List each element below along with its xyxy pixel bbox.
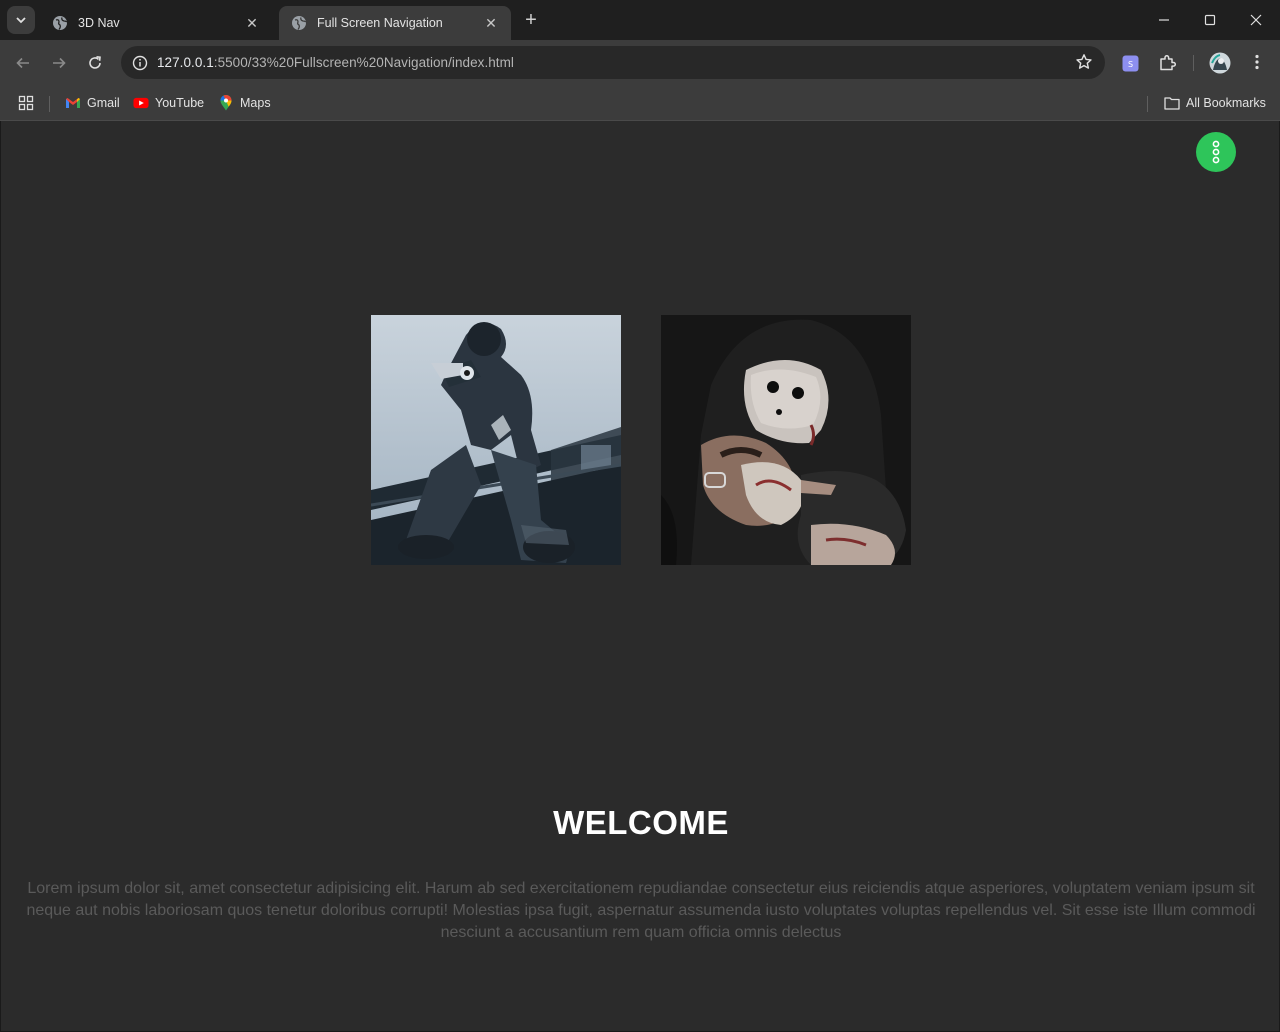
youtube-icon xyxy=(133,95,149,111)
browser-menu-button[interactable] xyxy=(1248,53,1266,76)
maximize-button[interactable] xyxy=(1187,0,1233,40)
info-icon xyxy=(132,55,148,70)
back-arrow-icon xyxy=(16,57,29,69)
reload-button[interactable] xyxy=(81,49,109,77)
intro-paragraph: Lorem ipsum dolor sit, amet consectetur … xyxy=(26,880,1256,941)
bookmark-divider xyxy=(49,96,50,112)
masked-figure-with-hostage-image xyxy=(661,315,911,565)
bookmark-star-button[interactable] xyxy=(1075,53,1093,76)
svg-text:S: S xyxy=(1128,60,1133,69)
back-button[interactable] xyxy=(9,49,37,77)
apps-button[interactable] xyxy=(18,92,34,114)
bookmark-divider xyxy=(1147,96,1148,112)
forward-arrow-icon xyxy=(53,57,66,69)
bookmark-label: Gmail xyxy=(87,96,120,110)
tab-3d-nav[interactable]: 3D Nav ✕ xyxy=(40,6,272,40)
bookmarks-bar: Gmail YouTube Maps All Bookmarks xyxy=(0,86,1280,121)
bookmark-label: Maps xyxy=(240,96,271,110)
close-window-button[interactable] xyxy=(1233,0,1279,40)
avatar xyxy=(1209,52,1231,74)
globe-icon xyxy=(53,16,68,30)
new-tab-button[interactable]: + xyxy=(520,9,542,31)
apps-grid-icon xyxy=(18,95,34,111)
address-bar[interactable]: 127.0.0.1:5500/33%20Fullscreen%20Navigat… xyxy=(121,46,1105,79)
minimize-icon xyxy=(1159,19,1169,21)
maps-icon xyxy=(218,95,234,111)
extension-s-icon: S xyxy=(1122,55,1139,72)
bookmark-gmail[interactable]: Gmail xyxy=(65,92,120,114)
maximize-icon xyxy=(1204,14,1216,26)
close-icon[interactable]: ✕ xyxy=(244,15,260,31)
url-text: 127.0.0.1:5500/33%20Fullscreen%20Navigat… xyxy=(157,55,514,70)
masked-figure-with-gun-image xyxy=(371,315,621,565)
browser-toolbar: 127.0.0.1:5500/33%20Fullscreen%20Navigat… xyxy=(0,40,1280,86)
chevron-down-icon xyxy=(16,17,26,24)
forward-button[interactable] xyxy=(45,49,73,77)
bookmark-label: YouTube xyxy=(155,96,205,110)
all-bookmarks-label: All Bookmarks xyxy=(1186,96,1266,110)
extension-s-button[interactable]: S xyxy=(1122,55,1139,77)
tab-search-button[interactable] xyxy=(7,6,35,34)
profile-avatar-button[interactable] xyxy=(1209,52,1231,79)
all-bookmarks-button[interactable]: All Bookmarks xyxy=(1164,92,1266,114)
vertical-dots-icon xyxy=(1212,140,1220,164)
bookmark-youtube[interactable]: YouTube xyxy=(133,92,204,114)
image-gallery xyxy=(371,315,911,565)
globe-icon xyxy=(292,16,307,30)
puzzle-piece-icon xyxy=(1160,54,1177,71)
site-info-button[interactable] xyxy=(123,46,157,79)
gmail-icon xyxy=(65,95,81,111)
url-host: 127.0.0.1 xyxy=(157,55,214,70)
tab-full-screen-navigation[interactable]: Full Screen Navigation ✕ xyxy=(279,6,511,40)
menu-toggle-button[interactable] xyxy=(1196,132,1236,172)
tab-title: 3D Nav xyxy=(78,16,120,30)
page-heading: WELCOME xyxy=(553,804,729,841)
close-icon xyxy=(1250,14,1262,26)
bookmark-maps[interactable]: Maps xyxy=(218,92,271,114)
extensions-button[interactable] xyxy=(1158,53,1177,77)
minimize-button[interactable] xyxy=(1141,0,1187,40)
toolbar-divider xyxy=(1193,55,1194,71)
kebab-menu-icon xyxy=(1255,54,1259,70)
reload-icon xyxy=(89,56,101,69)
url-path: :5500/33%20Fullscreen%20Navigation/index… xyxy=(213,55,514,70)
page-viewport: WELCOME Lorem ipsum dolor sit, amet cons… xyxy=(0,121,1280,1032)
close-icon[interactable]: ✕ xyxy=(483,15,499,31)
tab-strip: 3D Nav ✕ Full Screen Navigation ✕ + xyxy=(0,0,1280,40)
star-icon xyxy=(1076,54,1092,69)
tab-title: Full Screen Navigation xyxy=(317,16,443,30)
folder-icon xyxy=(1164,95,1180,111)
